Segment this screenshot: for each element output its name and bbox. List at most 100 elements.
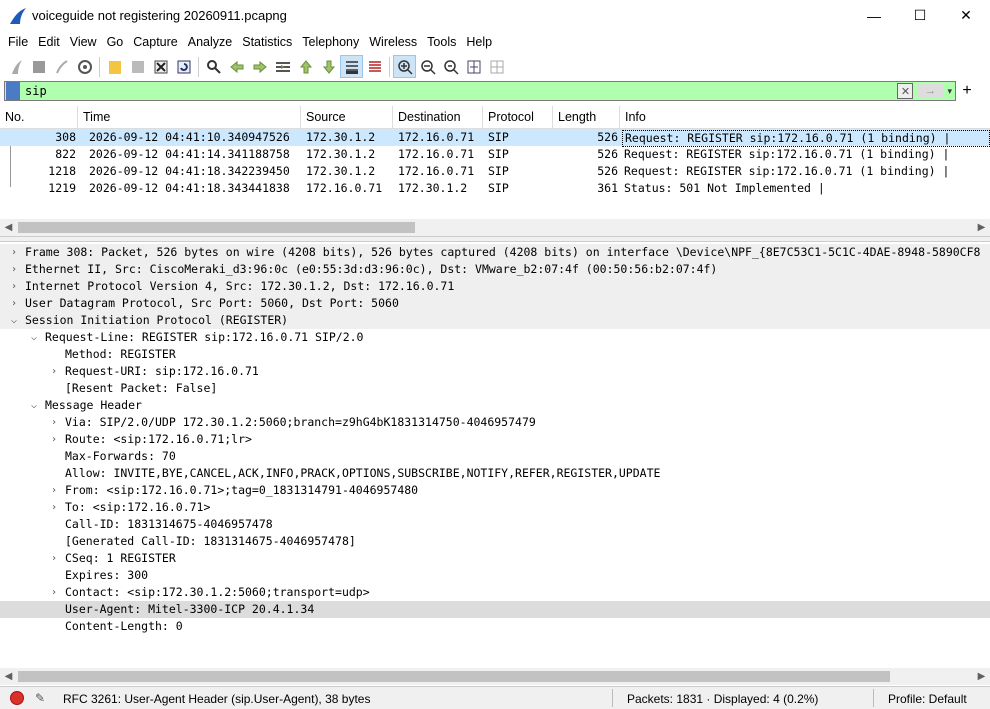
menu-capture[interactable]: Capture [128, 35, 182, 49]
menu-statistics[interactable]: Statistics [237, 35, 297, 49]
first-packet-icon[interactable] [294, 55, 317, 78]
maximize-button[interactable]: ☐ [897, 0, 943, 31]
detail-tree-item[interactable]: ⌵ Session Initiation Protocol (REGISTER) [0, 312, 990, 329]
detail-tree-item[interactable]: › User Datagram Protocol, Src Port: 5060,… [0, 295, 990, 312]
menu-wireless[interactable]: Wireless [364, 35, 422, 49]
expand-arrow-icon[interactable]: › [48, 499, 60, 516]
open-file-icon[interactable] [103, 55, 126, 78]
detail-tree-item[interactable]: › Ethernet II, Src: CiscoMeraki_d3:96:0c … [0, 261, 990, 278]
reload-file-icon[interactable] [172, 55, 195, 78]
packet-row[interactable]: 1219 2026-09-12 04:41:18.343441838 172.1… [0, 180, 990, 197]
restart-capture-icon[interactable] [50, 55, 73, 78]
scroll-right-icon[interactable]: ▶ [973, 219, 990, 236]
menu-analyze[interactable]: Analyze [183, 35, 237, 49]
detail-tree-item[interactable]: [Resent Packet: False] [0, 380, 990, 397]
minimize-button[interactable]: — [851, 0, 897, 31]
collapse-arrow-icon[interactable]: ⌵ [28, 397, 40, 414]
add-filter-button[interactable]: + [959, 81, 975, 101]
close-button[interactable]: ✕ [943, 0, 989, 31]
detail-tree-item[interactable]: › To: <sip:172.16.0.71> [0, 499, 990, 516]
detail-tree-item[interactable]: › From: <sip:172.16.0.71>;tag=0_183131479… [0, 482, 990, 499]
expand-arrow-icon[interactable]: › [48, 584, 60, 601]
start-capture-icon[interactable] [4, 55, 27, 78]
pane-splitter[interactable] [0, 236, 990, 242]
autoscroll-icon[interactable] [340, 55, 363, 78]
save-file-icon[interactable] [126, 55, 149, 78]
bookmark-icon[interactable] [6, 82, 20, 100]
go-back-icon[interactable] [225, 55, 248, 78]
menu-view[interactable]: View [65, 35, 102, 49]
layout-icon[interactable] [485, 55, 508, 78]
detail-tree-item[interactable]: Max-Forwards: 70 [0, 448, 990, 465]
menu-help[interactable]: Help [461, 35, 497, 49]
column-protocol[interactable]: Protocol [483, 106, 553, 129]
normal-size-icon[interactable] [439, 55, 462, 78]
detail-tree-item[interactable]: [Generated Call-ID: 1831314675-404695747… [0, 533, 990, 550]
packet-row[interactable]: 822 2026-09-12 04:41:14.341188758 172.30… [0, 146, 990, 163]
menu-telephony[interactable]: Telephony [297, 35, 364, 49]
stop-capture-icon[interactable] [27, 55, 50, 78]
detail-tree-item[interactable]: Method: REGISTER [0, 346, 990, 363]
zoom-in-icon[interactable] [393, 55, 416, 78]
packet-row[interactable]: 308 2026-09-12 04:41:10.340947526 172.30… [0, 129, 990, 147]
packet-list-hscrollbar[interactable]: ◀ ▶ [0, 219, 990, 236]
expand-arrow-icon[interactable]: › [8, 278, 20, 295]
detail-tree-item[interactable]: › Contact: <sip:172.30.1.2:5060;transport… [0, 584, 990, 601]
column-length[interactable]: Length [553, 106, 620, 129]
capture-comment-icon[interactable]: ✎ [35, 691, 45, 705]
expand-arrow-icon[interactable]: › [48, 482, 60, 499]
display-filter-input[interactable]: sip [25, 84, 897, 98]
filter-history-dropdown-icon[interactable]: ▾ [947, 86, 952, 97]
detail-tree-item[interactable]: ⌵ Message Header [0, 397, 990, 414]
detail-tree-item[interactable]: ⌵ Request-Line: REGISTER sip:172.16.0.71 … [0, 329, 990, 346]
scroll-right-icon[interactable]: ▶ [973, 668, 990, 685]
detail-tree-item[interactable]: › CSeq: 1 REGISTER [0, 550, 990, 567]
scrollbar-thumb[interactable] [18, 671, 890, 682]
zoom-out-icon[interactable] [416, 55, 439, 78]
status-profile[interactable]: Profile: Default [888, 692, 967, 706]
menu-go[interactable]: Go [102, 35, 129, 49]
expand-arrow-icon[interactable]: › [48, 414, 60, 431]
detail-tree-item[interactable]: › Frame 308: Packet, 526 bytes on wire (4… [0, 244, 990, 261]
close-file-icon[interactable] [149, 55, 172, 78]
expand-arrow-icon[interactable]: › [8, 244, 20, 261]
packet-row[interactable]: 1218 2026-09-12 04:41:18.342239450 172.3… [0, 163, 990, 180]
menu-file[interactable]: File [3, 35, 33, 49]
detail-tree-item[interactable]: Expires: 300 [0, 567, 990, 584]
apply-filter-icon[interactable]: → [917, 84, 944, 98]
scroll-left-icon[interactable]: ◀ [0, 219, 17, 236]
detail-tree-item[interactable]: › Request-URI: sip:172.16.0.71 [0, 363, 990, 380]
expert-info-icon[interactable] [10, 691, 24, 705]
column-info[interactable]: Info [620, 106, 990, 129]
expand-arrow-icon[interactable]: › [48, 431, 60, 448]
go-forward-icon[interactable] [248, 55, 271, 78]
colorize-icon[interactable] [363, 55, 386, 78]
collapse-arrow-icon[interactable]: ⌵ [28, 329, 40, 346]
expand-arrow-icon[interactable]: › [48, 550, 60, 567]
menu-edit[interactable]: Edit [33, 35, 65, 49]
column-time[interactable]: Time [78, 106, 301, 129]
find-packet-icon[interactable] [202, 55, 225, 78]
expand-arrow-icon[interactable]: › [48, 363, 60, 380]
detail-tree-item[interactable]: › Via: SIP/2.0/UDP 172.30.1.2:5060;branch… [0, 414, 990, 431]
scrollbar-thumb[interactable] [18, 222, 415, 233]
column-no[interactable]: No. [0, 106, 78, 129]
column-source[interactable]: Source [301, 106, 393, 129]
details-hscrollbar[interactable]: ◀ ▶ [0, 668, 990, 685]
detail-tree-item[interactable]: › Internet Protocol Version 4, Src: 172.3… [0, 278, 990, 295]
last-packet-icon[interactable] [317, 55, 340, 78]
capture-options-icon[interactable] [73, 55, 96, 78]
expand-arrow-icon[interactable]: › [8, 261, 20, 278]
detail-tree-item[interactable]: Call-ID: 1831314675-4046957478 [0, 516, 990, 533]
detail-tree-item[interactable]: Content-Length: 0 [0, 618, 990, 635]
detail-tree-item[interactable]: User-Agent: Mitel-3300-ICP 20.4.1.34 [0, 601, 990, 618]
collapse-arrow-icon[interactable]: ⌵ [8, 312, 20, 329]
menu-tools[interactable]: Tools [422, 35, 461, 49]
column-destination[interactable]: Destination [393, 106, 483, 129]
expand-arrow-icon[interactable]: › [8, 295, 20, 312]
clear-filter-icon[interactable]: ✕ [897, 83, 914, 99]
resize-columns-icon[interactable] [462, 55, 485, 78]
detail-tree-item[interactable]: Allow: INVITE,BYE,CANCEL,ACK,INFO,PRACK,… [0, 465, 990, 482]
display-filter-bar[interactable]: sip ✕ → ▾ [4, 81, 956, 101]
scroll-left-icon[interactable]: ◀ [0, 668, 17, 685]
